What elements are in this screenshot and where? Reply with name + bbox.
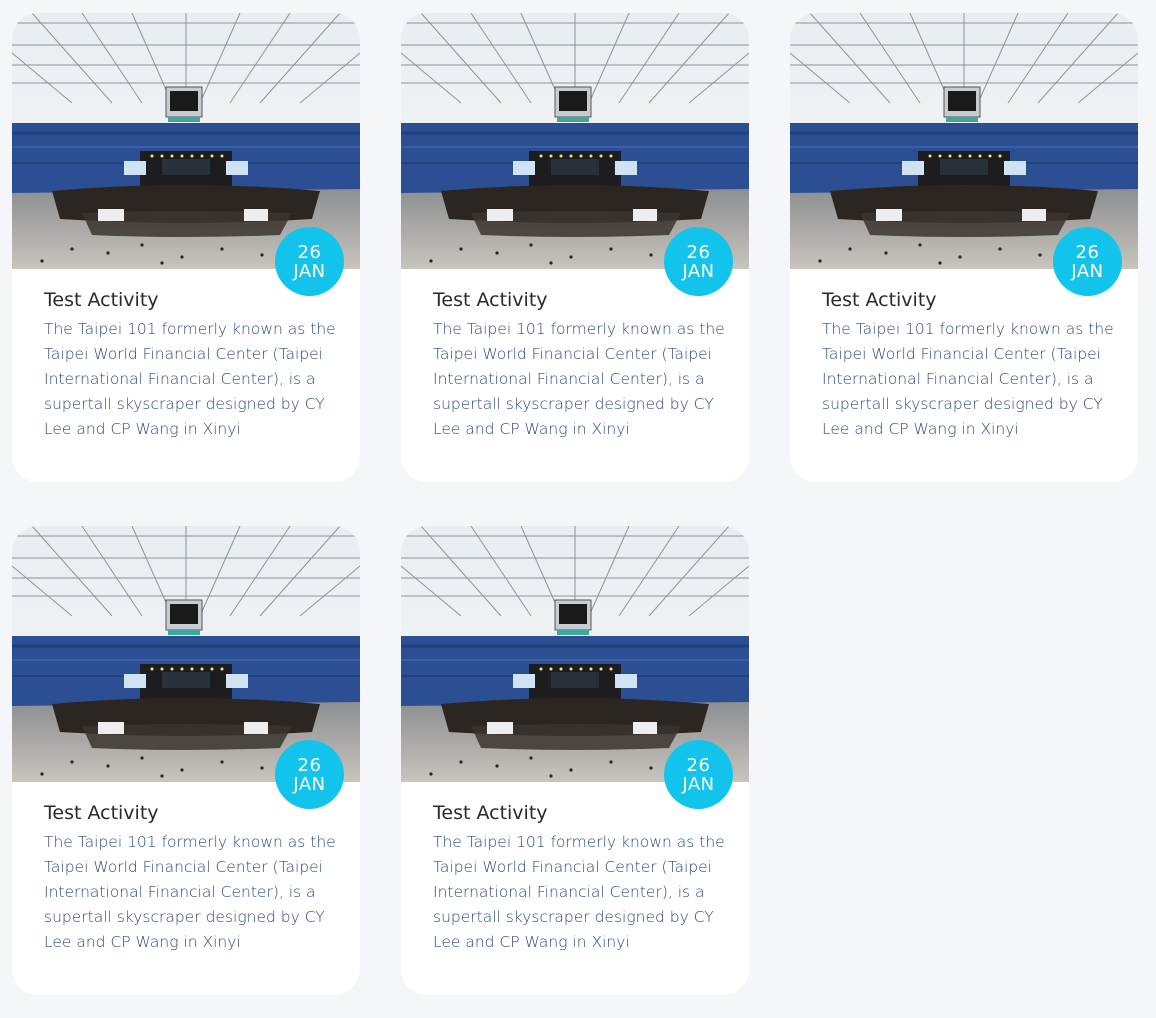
activity-description: The Taipei 101 formerly known as the Tai… bbox=[433, 320, 725, 438]
date-badge: 26 JAN bbox=[1053, 227, 1122, 296]
activity-title[interactable]: Test Activity bbox=[44, 289, 159, 311]
activity-card[interactable]: 26 JAN Test Activity The Taipei 101 formerl… bbox=[790, 13, 1138, 482]
date-badge: 26 JAN bbox=[664, 740, 733, 809]
date-month: JAN bbox=[1071, 260, 1104, 282]
activity-title[interactable]: Test Activity bbox=[822, 289, 937, 311]
activity-card[interactable]: 26 JAN Test Activity The Taipei 101 formerl… bbox=[12, 526, 360, 995]
date-month: JAN bbox=[293, 773, 326, 795]
activity-description: The Taipei 101 formerly known as the Tai… bbox=[44, 320, 336, 438]
activity-title[interactable]: Test Activity bbox=[44, 802, 159, 824]
date-day: 26 bbox=[297, 754, 322, 776]
date-month: JAN bbox=[293, 260, 326, 282]
date-month: JAN bbox=[682, 773, 715, 795]
activity-description: The Taipei 101 formerly known as the Tai… bbox=[433, 833, 725, 951]
date-month: JAN bbox=[682, 260, 715, 282]
activity-description: The Taipei 101 formerly known as the Tai… bbox=[44, 833, 336, 951]
activity-description: The Taipei 101 formerly known as the Tai… bbox=[822, 320, 1114, 438]
activity-card[interactable]: 26 JAN Test Activity The Taipei 101 formerl… bbox=[401, 526, 749, 995]
date-day: 26 bbox=[297, 241, 322, 263]
date-day: 26 bbox=[1075, 241, 1100, 263]
date-badge: 26 JAN bbox=[664, 227, 733, 296]
activity-card[interactable]: 26 JAN Test Activity The Taipei 101 formerl… bbox=[12, 13, 360, 482]
date-badge: 26 JAN bbox=[275, 740, 344, 809]
activity-card[interactable]: 26 JAN Test Activity The Taipei 101 formerl… bbox=[401, 13, 749, 482]
activity-grid: 26 JAN Test Activity The Taipei 101 formerl… bbox=[0, 0, 1156, 1018]
date-day: 26 bbox=[686, 754, 711, 776]
date-badge: 26 JAN bbox=[275, 227, 344, 296]
activity-title[interactable]: Test Activity bbox=[433, 289, 548, 311]
date-day: 26 bbox=[686, 241, 711, 263]
activity-title[interactable]: Test Activity bbox=[433, 802, 548, 824]
